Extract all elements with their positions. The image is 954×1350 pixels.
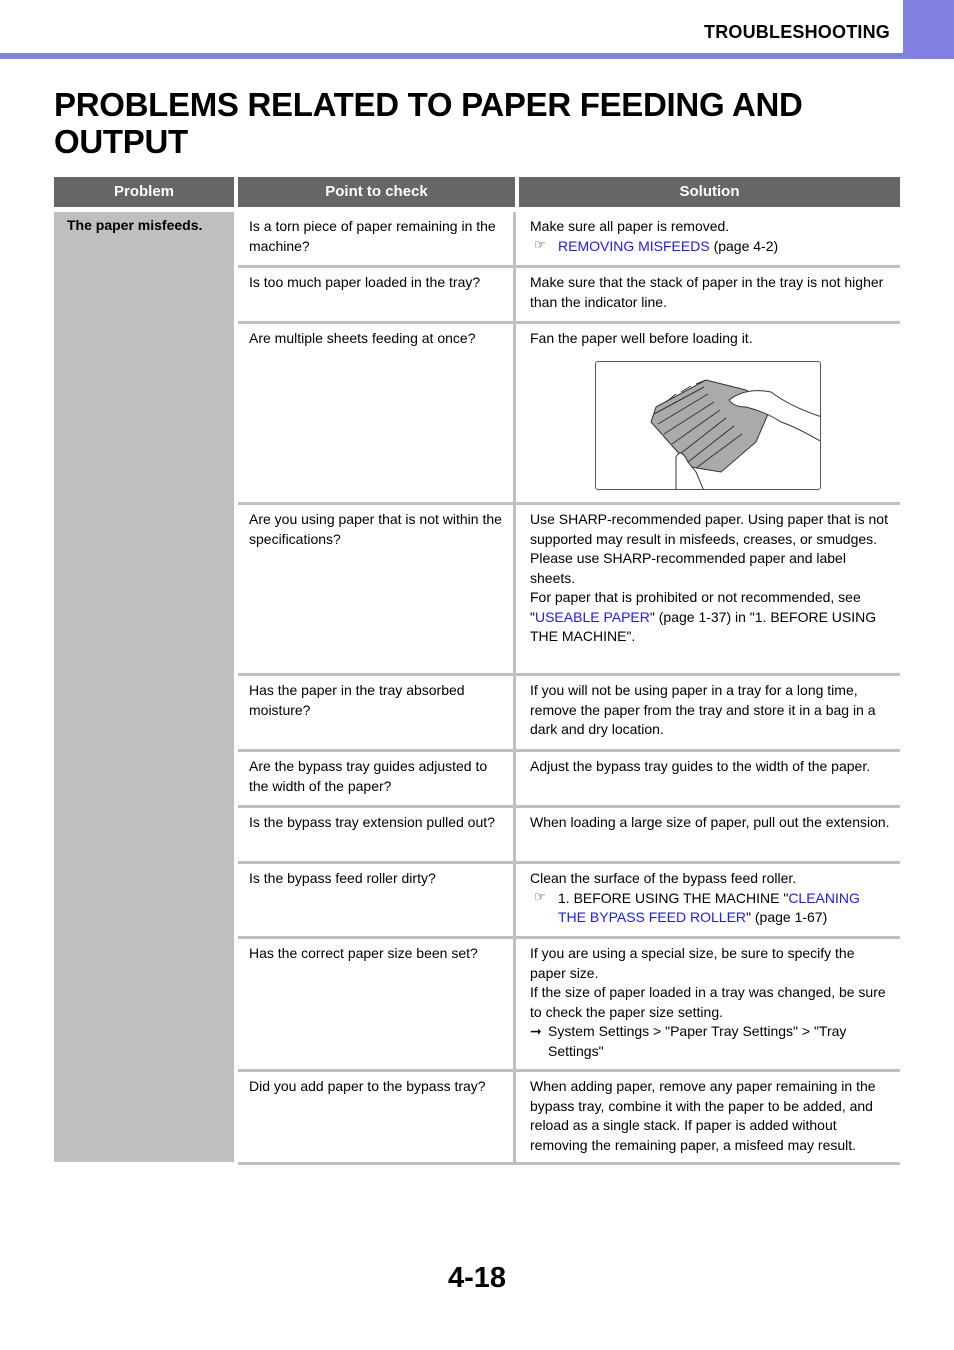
problem-text: The paper misfeeds.	[67, 217, 203, 233]
solution-text: Make sure all paper is removed.	[530, 218, 730, 234]
table-row: Are multiple sheets feeding at once? Fan…	[238, 324, 900, 505]
point-to-check: Is the bypass tray extension pulled out?	[238, 808, 516, 861]
reference: ☞ REMOVING MISFEEDS (page 4-2)	[530, 237, 890, 257]
solution: When adding paper, remove any paper rema…	[530, 1078, 876, 1153]
useable-paper-link[interactable]: USEABLE PAPER	[535, 609, 650, 625]
column-header-point-to-check: Point to check	[238, 177, 515, 207]
point-to-check: Is a torn piece of paper remaining in th…	[238, 212, 516, 265]
column-header-solution: Solution	[519, 177, 900, 207]
reference: ☞ 1. BEFORE USING THE MACHINE "CLEANING …	[530, 889, 890, 928]
removing-misfeeds-link[interactable]: REMOVING MISFEEDS	[558, 238, 710, 254]
problem-cell: The paper misfeeds.	[54, 212, 234, 1162]
point-to-check: Are you using paper that is not within t…	[238, 505, 516, 673]
point-to-check: Has the paper in the tray absorbed moist…	[238, 676, 516, 749]
point-to-check: Is the bypass feed roller dirty?	[238, 864, 516, 936]
page-number: 4-18	[447, 1262, 507, 1294]
page-header: TROUBLESHOOTING	[0, 0, 954, 59]
solution-text: Use SHARP-recommended paper. Using paper…	[530, 511, 888, 547]
table-row: Are you using paper that is not within t…	[238, 505, 900, 676]
solution-text: If the size of paper loaded in a tray wa…	[530, 984, 886, 1020]
settings-path-text: System Settings > "Paper Tray Settings" …	[548, 1023, 847, 1059]
table-row: Has the paper in the tray absorbed moist…	[238, 676, 900, 752]
right-arrow-icon: ➞	[530, 1023, 542, 1039]
reference-prefix: 1. BEFORE USING THE MACHINE "	[558, 889, 789, 906]
point-to-check: Is too much paper loaded in the tray?	[238, 268, 516, 321]
solution: Adjust the bypass tray guides to the wid…	[530, 758, 871, 774]
pointing-hand-icon: ☞	[534, 236, 546, 252]
solution: When loading a large size of paper, pull…	[530, 814, 890, 830]
pointing-hand-icon: ☞	[534, 888, 546, 904]
settings-path: ➞ System Settings > "Paper Tray Settings…	[530, 1022, 890, 1061]
table-row: Is the bypass feed roller dirty? Clean t…	[238, 864, 900, 939]
solution: If you are using a special size, be sure…	[519, 939, 900, 1069]
solution: If you will not be using paper in a tray…	[530, 682, 876, 737]
table-row: Did you add paper to the bypass tray? Wh…	[238, 1072, 900, 1165]
solution-text: Please use SHARP-recommended paper and l…	[530, 550, 846, 586]
solution-text: If you are using a special size, be sure…	[530, 945, 855, 981]
solution: Fan the paper well before loading it.	[519, 324, 900, 502]
table-row: Is the bypass tray extension pulled out?…	[238, 808, 900, 864]
header-rule	[0, 53, 954, 59]
table-row: Is too much paper loaded in the tray? Ma…	[238, 268, 900, 324]
column-header-problem: Problem	[54, 177, 234, 207]
solution: Make sure that the stack of paper in the…	[530, 274, 884, 310]
table-row: Are the bypass tray guides adjusted to t…	[238, 752, 900, 808]
point-to-check: Has the correct paper size been set?	[238, 939, 516, 1069]
solution-text: Clean the surface of the bypass feed rol…	[530, 870, 797, 886]
point-to-check: Are the bypass tray guides adjusted to t…	[238, 752, 516, 805]
section-title: TROUBLESHOOTING	[704, 22, 890, 42]
solution: Make sure all paper is removed. ☞ REMOVI…	[519, 212, 900, 265]
solution-text: Fan the paper well before loading it.	[530, 330, 753, 346]
header-tab-marker	[903, 0, 954, 58]
table-row: Has the correct paper size been set? If …	[238, 939, 900, 1072]
point-to-check: Are multiple sheets feeding at once?	[238, 324, 516, 502]
solution: Clean the surface of the bypass feed rol…	[519, 864, 900, 936]
table-header: Problem Point to check Solution	[54, 177, 900, 207]
table-row: Is a torn piece of paper remaining in th…	[238, 212, 900, 268]
reference-page: " (page 1-67)	[746, 909, 828, 925]
solution: Use SHARP-recommended paper. Using paper…	[519, 505, 900, 673]
fanning-paper-illustration	[595, 361, 821, 490]
solution-text: For paper that is prohibited or not reco…	[530, 588, 890, 647]
point-to-check: Did you add paper to the bypass tray?	[238, 1072, 516, 1162]
page-title: PROBLEMS RELATED TO PAPER FEEDING AND OU…	[54, 86, 803, 160]
reference-page: (page 4-2)	[709, 237, 779, 254]
